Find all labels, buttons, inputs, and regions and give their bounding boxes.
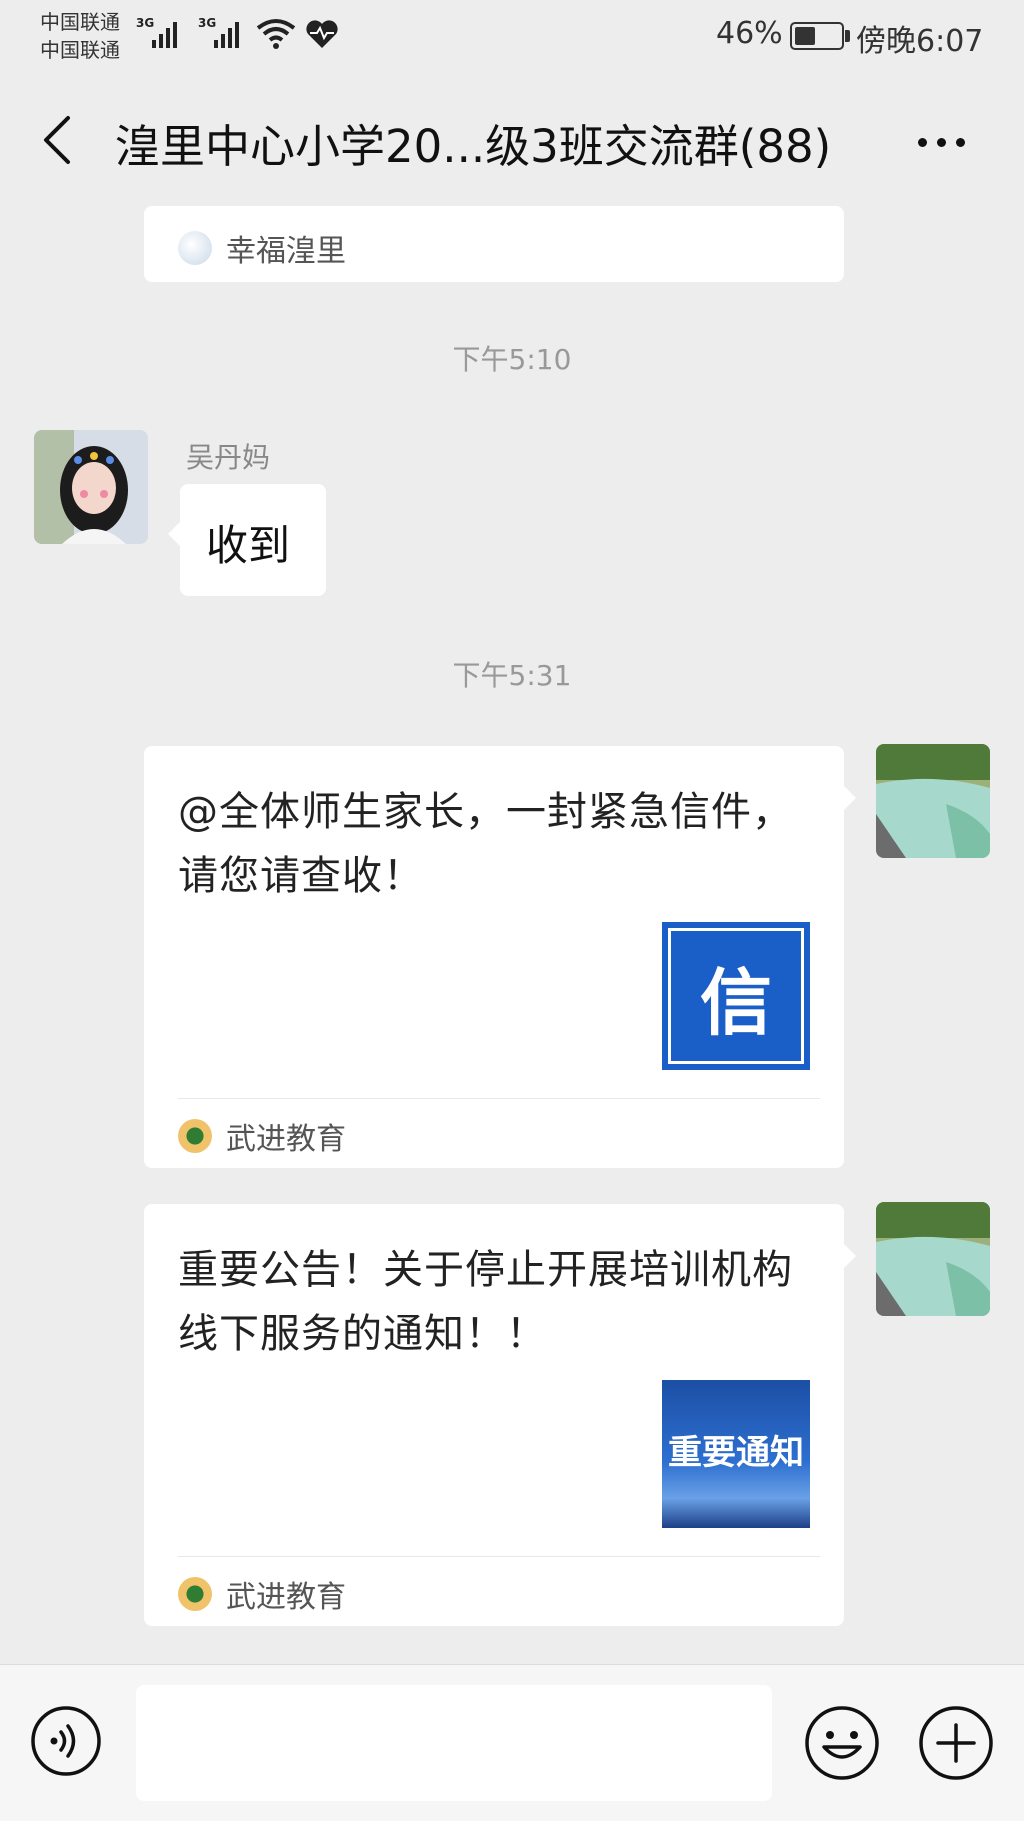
thumbnail-text: 信 [699,959,772,1045]
link-card[interactable]: @全体师生家长，一封紧急信件，请您请查收！ 信 武进教育 [144,746,856,1168]
avatar[interactable] [34,430,148,544]
avatar-photo [876,1202,990,1316]
divider [178,1098,820,1099]
timestamp: 下午5:10 [452,343,572,376]
signal-icon [212,18,242,48]
back-chevron-icon[interactable] [36,112,86,168]
chat-header: 湟里中心小学20...级3班交流群(88) [0,72,1024,202]
sender-name: 吴丹妈 [186,441,271,474]
message-input[interactable] [136,1685,772,1801]
emoji-icon[interactable] [804,1705,880,1781]
divider [178,1556,820,1557]
wifi-icon [256,19,296,49]
timestamp: 下午5:31 [452,659,572,692]
thumbnail-text: 重要通知 [668,1432,804,1473]
card-source: 武进教育 [178,1572,346,1616]
message-bubble[interactable]: 收到 [168,484,326,596]
avatar[interactable] [876,1202,990,1316]
status-bar: 中国联通 中国联通 3G 3G 46% 傍晚6:07 [0,0,1024,72]
source-logo-icon [178,1577,212,1611]
card-source-label: 武进教育 [226,1580,346,1615]
battery-icon [790,22,850,50]
card-source: 武进教育 [178,1114,346,1158]
card-source-label: 武进教育 [226,1122,346,1157]
avatar[interactable] [876,744,990,858]
chat-title: 湟里中心小学20...级3班交流群(88) [115,120,832,173]
link-title: @全体师生家长，一封紧急信件，请您请查收！ [178,789,793,899]
link-thumbnail: 重要通知 [662,1380,810,1528]
source-logo-icon [178,231,212,265]
link-title: 重要公告！关于停止开展培训机构线下服务的通知！！ [178,1247,793,1357]
voice-icon[interactable] [30,1705,102,1777]
link-thumbnail: 信 [662,922,810,1070]
more-dots-icon[interactable] [912,130,972,154]
carrier-label-2: 中国联通 [40,38,120,62]
status-time: 傍晚6:07 [856,24,984,59]
carrier-label-1: 中国联通 [40,10,120,34]
source-logo-icon [178,1119,212,1153]
battery-percent: 46% [716,16,783,51]
input-bar [0,1664,1024,1821]
avatar-photo [876,744,990,858]
signal-icon [150,18,180,48]
health-heart-icon [306,20,338,48]
link-card-partial[interactable]: 幸福湟里 [144,206,844,282]
card-source-label: 幸福湟里 [226,234,346,269]
avatar-photo [34,430,148,544]
plus-icon[interactable] [918,1705,994,1781]
link-card[interactable]: 重要公告！关于停止开展培训机构线下服务的通知！！ 重要通知 武进教育 [144,1204,856,1626]
card-source: 幸福湟里 [178,226,346,270]
message-text: 收到 [206,521,291,570]
